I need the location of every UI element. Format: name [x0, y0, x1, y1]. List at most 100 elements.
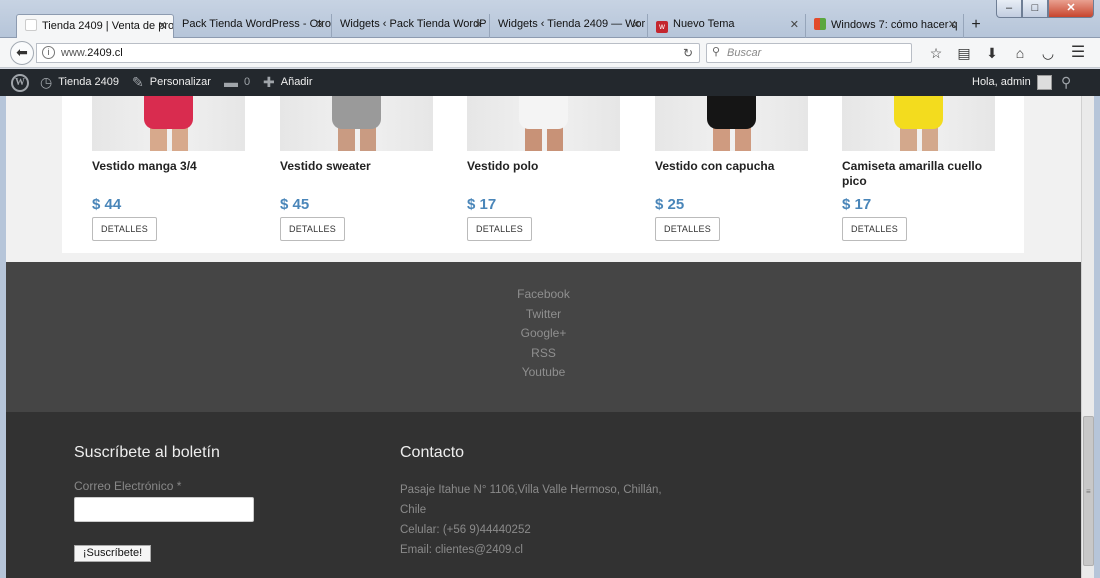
product-name[interactable]: Vestido sweater	[280, 159, 433, 191]
search-input[interactable]: ⚲ Buscar	[706, 43, 912, 63]
scrollbar-thumb[interactable]: ≡	[1083, 416, 1094, 566]
details-button[interactable]: DETALLES	[280, 217, 345, 241]
close-tab-icon[interactable]: ✕	[158, 19, 167, 32]
url-bar[interactable]: i www.2409.cl ↻	[36, 43, 700, 63]
details-button[interactable]: DETALLES	[842, 217, 907, 241]
product-price: $ 44	[92, 196, 122, 213]
tab-widgets-pack[interactable]: Widgets ‹ Pack Tienda WordP ✕	[332, 14, 490, 38]
product-name[interactable]: Camiseta amarilla cuello pico	[842, 159, 995, 191]
site-name-button[interactable]: ◷ Tienda 2409	[40, 69, 119, 96]
toolbar-icons: ☆ ▤ ⬇ ⌂ ◡	[922, 43, 1062, 63]
reload-icon[interactable]: ↻	[683, 46, 693, 60]
tab-title: Tienda 2409 | Venta de produc	[42, 20, 174, 32]
product-image[interactable]	[280, 96, 433, 151]
product-image[interactable]	[655, 96, 808, 151]
tab-title: Widgets ‹ Tienda 2409 — Wor	[498, 18, 646, 30]
admin-search-button[interactable]: ⚲	[1061, 69, 1071, 96]
email-label: Correo Electrónico *	[74, 479, 182, 493]
tab-windows7[interactable]: Windows 7: cómo hacer q ✕	[806, 14, 964, 38]
greeting: Hola, admin	[972, 76, 1031, 88]
newsletter-title: Suscríbete al boletín	[74, 444, 220, 461]
social-link-rss[interactable]: RSS	[6, 344, 1081, 364]
add-new-button[interactable]: ✚ Añadir	[263, 69, 313, 96]
windows-icon	[814, 18, 826, 30]
download-icon[interactable]: ⬇	[978, 43, 1006, 63]
info-icon[interactable]: i	[42, 46, 55, 59]
subscribe-button[interactable]: ¡Suscríbete!	[74, 545, 151, 562]
social-link-facebook[interactable]: Facebook	[6, 285, 1081, 305]
leg-right	[734, 126, 752, 151]
leg-right	[171, 126, 189, 151]
product-image[interactable]	[92, 96, 245, 151]
wordpress-icon: W	[11, 73, 29, 92]
pocket-icon[interactable]: ◡	[1034, 43, 1062, 63]
search-placeholder: Buscar	[727, 47, 762, 59]
wordpress-logo-button[interactable]: W	[11, 69, 29, 96]
account-button[interactable]: Hola, admin	[972, 69, 1052, 96]
weblogo-icon: w	[656, 21, 668, 33]
tab-title: Nuevo Tema	[673, 18, 735, 30]
tab-strip: Tienda 2409 | Venta de produc✕ Pack Tien…	[16, 14, 988, 39]
social-link-youtube[interactable]: Youtube	[6, 363, 1081, 383]
site-name: Tienda 2409	[58, 76, 119, 88]
browser-titlebar: Tienda 2409 | Venta de produc✕ Pack Tien…	[0, 0, 1100, 39]
menu-icon[interactable]: ☰	[1068, 43, 1088, 63]
customize-label: Personalizar	[149, 76, 211, 88]
new-tab-button[interactable]: +	[964, 14, 988, 38]
leg-left	[713, 126, 730, 151]
contact-phone: Celular: (+56 9)44440252	[400, 524, 531, 536]
tab-tienda[interactable]: Tienda 2409 | Venta de produc✕	[16, 14, 174, 39]
close-tab-icon[interactable]: ✕	[316, 18, 325, 31]
product-name[interactable]: Vestido manga 3/4	[92, 159, 245, 191]
close-tab-icon[interactable]: ✕	[474, 18, 483, 31]
leg-right	[359, 126, 377, 151]
close-tab-icon[interactable]: ✕	[948, 18, 957, 31]
wp-admin-bar: W ◷ Tienda 2409 ✎ Personalizar ▬ 0 ✚ Añadir …	[0, 69, 1100, 96]
garment-shape	[144, 96, 193, 129]
page-icon	[25, 19, 37, 31]
product-image[interactable]	[467, 96, 620, 151]
close-tab-icon[interactable]: ✕	[790, 18, 799, 31]
tab-pack-tienda[interactable]: Pack Tienda WordPress - Otro ✕	[174, 14, 332, 38]
minimize-icon[interactable]: –	[996, 0, 1022, 18]
leg-left	[900, 126, 917, 151]
email-field[interactable]	[74, 497, 254, 522]
tab-title: Pack Tienda WordPress - Otro	[182, 18, 331, 30]
details-button[interactable]: DETALLES	[655, 217, 720, 241]
product-price: $ 17	[467, 196, 497, 213]
product-price: $ 45	[280, 196, 310, 213]
social-link-twitter[interactable]: Twitter	[6, 305, 1081, 325]
close-window-icon[interactable]: ✕	[1048, 0, 1094, 18]
tab-nuevo-tema[interactable]: w Nuevo Tema ✕	[648, 14, 806, 38]
home-icon[interactable]: ⌂	[1006, 43, 1034, 63]
product-name[interactable]: Vestido con capucha	[655, 159, 808, 191]
product-card: Vestido con capucha $ 25 DETALLES	[655, 96, 808, 241]
details-button[interactable]: DETALLES	[92, 217, 157, 241]
close-tab-icon[interactable]: ✕	[632, 18, 641, 31]
details-button[interactable]: DETALLES	[467, 217, 532, 241]
navigation-toolbar: ⬅ i www.2409.cl ↻ ⚲ Buscar ☆ ▤ ⬇ ⌂ ◡ ☰	[0, 38, 1100, 68]
back-button[interactable]: ⬅	[10, 41, 34, 65]
product-name[interactable]: Vestido polo	[467, 159, 620, 191]
arrow-left-icon: ⬅	[16, 44, 28, 60]
window-controls: – □ ✕	[996, 0, 1094, 18]
tab-widgets-tienda[interactable]: Widgets ‹ Tienda 2409 — Wor ✕	[490, 14, 648, 38]
star-icon[interactable]: ☆	[922, 43, 950, 63]
plus-icon: ✚	[263, 74, 275, 90]
contact-email[interactable]: Email: clientes@2409.cl	[400, 540, 680, 560]
vertical-scrollbar[interactable]: ≡	[1081, 96, 1094, 578]
social-link-googleplus[interactable]: Google+	[6, 324, 1081, 344]
tab-title: Windows 7: cómo hacer q	[831, 19, 958, 31]
customize-button[interactable]: ✎ Personalizar	[132, 69, 211, 96]
product-grid: Vestido manga 3/4 $ 44 DETALLES Vestido …	[62, 96, 1024, 253]
contact-address: Pasaje Itahue N° 1106,Villa Valle Hermos…	[400, 484, 662, 496]
social-links-section: Facebook Twitter Google+ RSS Youtube	[6, 262, 1081, 412]
maximize-icon[interactable]: □	[1022, 0, 1048, 18]
reading-list-icon[interactable]: ▤	[950, 43, 978, 63]
search-icon: ⚲	[712, 46, 721, 58]
product-price: $ 17	[842, 196, 872, 213]
product-image[interactable]	[842, 96, 995, 151]
contact-title: Contacto	[400, 444, 465, 461]
avatar	[1036, 75, 1052, 90]
comments-button[interactable]: ▬ 0	[224, 69, 250, 96]
